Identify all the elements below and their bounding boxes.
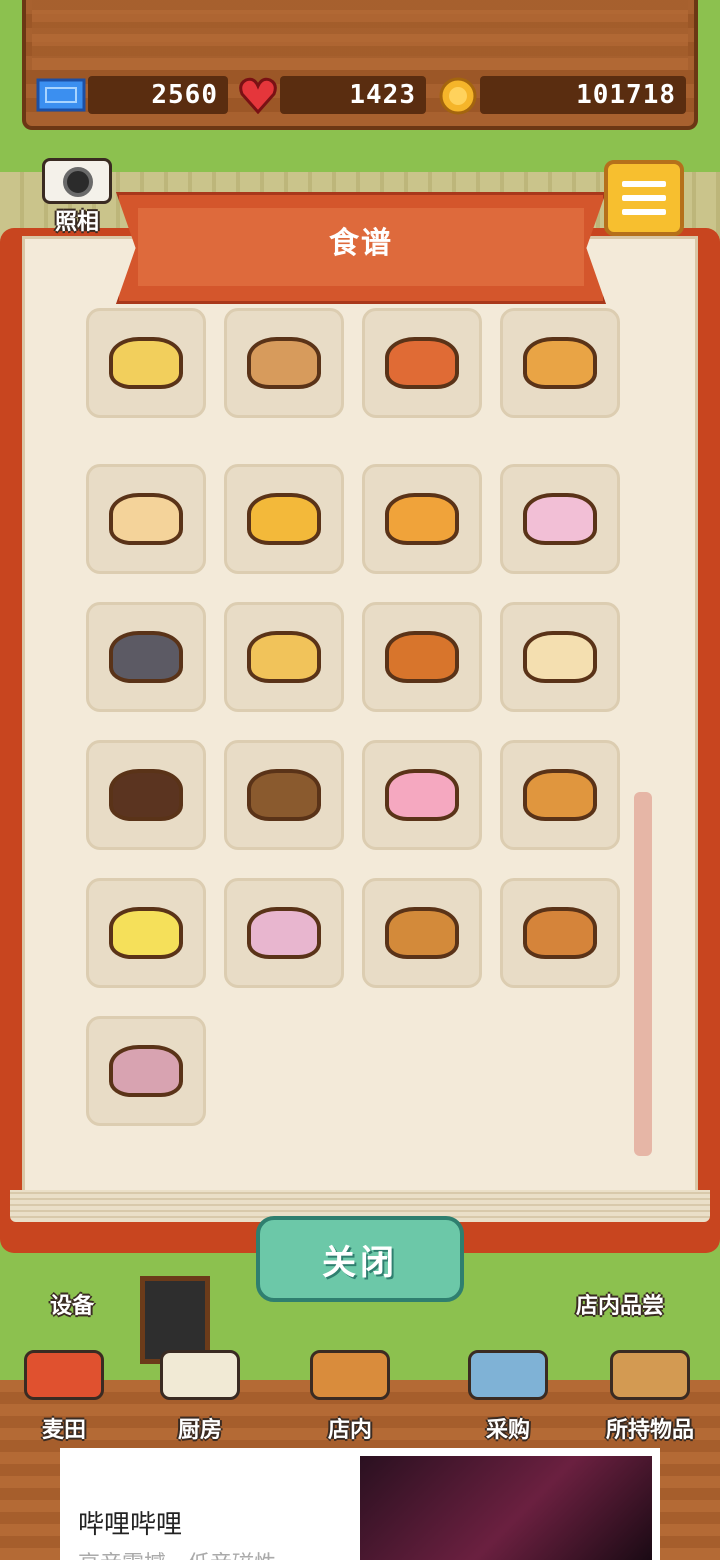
nav-item-icon [610,1350,690,1400]
camera-label: 照相 [54,210,99,235]
food-chocolate-cake-icon [109,769,183,821]
ad-image [360,1456,652,1560]
food-pizza-bread-icon [385,337,459,389]
coin-icon [439,77,477,115]
recipe-slot[interactable] [500,308,620,418]
recipe-slot[interactable] [224,464,344,574]
recipe-slot[interactable] [224,602,344,712]
nav-item-label: 厨房 [177,1418,222,1443]
food-chick-bun-icon [247,493,321,545]
scrollbar[interactable] [634,792,652,1156]
recipe-slot[interactable] [86,602,206,712]
food-cheese-bun-icon [109,337,183,389]
shop-tasting-label[interactable]: 店内品尝 [576,1288,664,1320]
recipe-slot[interactable] [86,308,206,418]
recipe-slot[interactable] [500,740,620,850]
nav-item-icon [24,1350,104,1400]
menu-button[interactable] [604,160,684,236]
recipe-slot[interactable] [362,740,482,850]
recipe-slot[interactable] [224,740,344,850]
food-round-bread-icon [247,337,321,389]
food-fish-pastry-icon [523,769,597,821]
equipment-label[interactable]: 设备 [50,1288,94,1320]
nav-item[interactable]: 麦田 [4,1350,124,1443]
nav-item[interactable]: 店内 [290,1350,410,1443]
recipe-slot[interactable] [86,464,206,574]
food-acorn-bun-icon [385,907,459,959]
ad-title: 哔哩哔哩 [78,1509,183,1539]
nav-item[interactable]: 所持物品 [590,1350,710,1443]
food-leaf-pie-icon [523,907,597,959]
food-rainbow-bread-icon [247,907,321,959]
food-mushroom-bun-icon [109,1045,183,1097]
camera-icon [63,167,93,197]
nav-item-icon [160,1350,240,1400]
food-heart-cookie-icon [385,769,459,821]
food-reindeer-bun-icon [385,631,459,683]
nav-item-label: 采购 [485,1418,530,1443]
close-button[interactable]: 关闭 [256,1216,464,1302]
ad-subtitle: 高音震撼，低音磁性 [78,1546,276,1560]
nav-item-label: 店内 [327,1418,372,1443]
heart-count: 1423 [280,76,426,114]
nav-item[interactable]: 采购 [448,1350,568,1443]
ad-banner[interactable]: 哔哩哔哩 高音震撼，低音磁性 [60,1448,660,1560]
recipe-slot[interactable] [362,464,482,574]
food-santa-bun-icon [523,631,597,683]
food-lemon-tart-icon [109,907,183,959]
recipe-slot[interactable] [86,1016,206,1126]
coin-count: 101718 [480,76,686,114]
food-sandwich-icon [109,493,183,545]
nav-item-icon [310,1350,390,1400]
nav-item-icon [468,1350,548,1400]
recipe-book-title: 食谱 [329,226,393,261]
camera-button[interactable] [42,158,112,204]
recipe-slot[interactable] [224,308,344,418]
food-bundt-cake-icon [523,337,597,389]
nav-item-label: 所持物品 [605,1418,694,1443]
nav-item-label: 麦田 [41,1418,86,1443]
recipe-slot[interactable] [362,878,482,988]
food-chocolate-eclair-icon [247,769,321,821]
food-topped-loaf-icon [247,631,321,683]
recipe-slot[interactable] [362,602,482,712]
ticket-count: 2560 [88,76,228,114]
recipe-slot[interactable] [362,308,482,418]
recipe-slot[interactable] [500,464,620,574]
food-cat-bun-icon [109,631,183,683]
food-pumpkin-bun-icon [385,493,459,545]
recipe-slot[interactable] [86,878,206,988]
nav-item[interactable]: 厨房 [140,1350,260,1443]
recipe-slot[interactable] [500,878,620,988]
recipe-slot[interactable] [500,602,620,712]
recipe-slot[interactable] [86,740,206,850]
food-pink-blob-icon [523,493,597,545]
recipe-slot[interactable] [224,878,344,988]
heart-icon [239,77,277,114]
menu-icon [622,181,666,187]
ticket-icon [36,78,86,112]
